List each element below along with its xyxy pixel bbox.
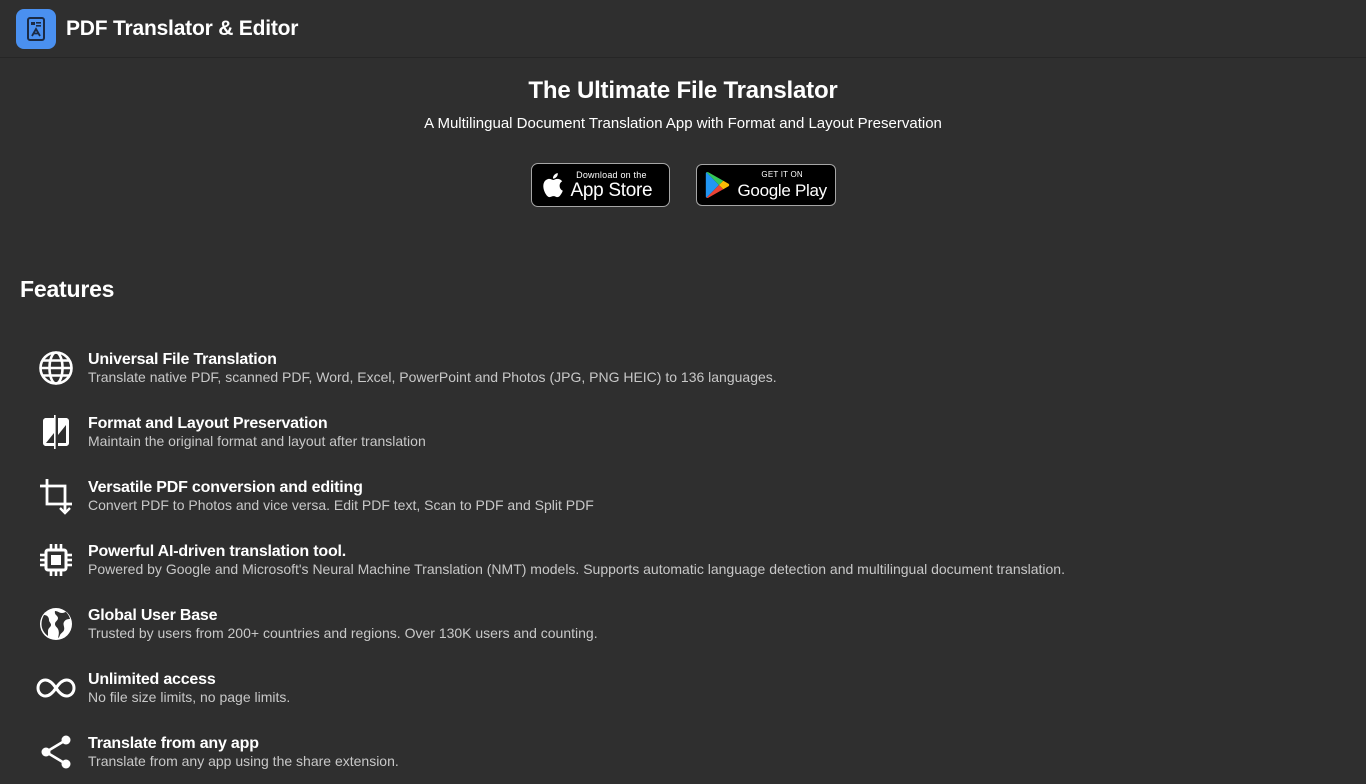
app-store-label: App Store xyxy=(570,179,653,201)
feature-description: Translate from any app using the share e… xyxy=(88,752,399,769)
infinity-icon xyxy=(36,668,76,708)
feature-title: Powerful AI-driven translation tool. xyxy=(88,542,347,560)
feature-title: Global User Base xyxy=(88,606,218,624)
feature-item: Global User Base Trusted by users from 2… xyxy=(36,592,1065,656)
hero-subtitle: A Multilingual Document Translation App … xyxy=(424,115,942,132)
feature-description: Powered by Google and Microsoft's Neural… xyxy=(88,560,1065,577)
feature-description: Trusted by users from 200+ countries and… xyxy=(88,624,598,641)
feature-title: Translate from any app xyxy=(88,734,259,752)
app-store-small-text: Download on the xyxy=(576,169,647,180)
features-heading: Features xyxy=(20,276,115,302)
hero-section: The Ultimate File Translator A Multiling… xyxy=(0,58,1366,207)
google-play-button[interactable]: GET IT ON Google Play xyxy=(695,164,836,206)
feature-item: Format and Layout Preservation Maintain … xyxy=(36,400,1065,464)
feature-item: Powerful AI-driven translation tool. Pow… xyxy=(36,528,1065,592)
feature-title: Versatile PDF conversion and editing xyxy=(88,478,363,496)
feature-description: Convert PDF to Photos and vice versa. Ed… xyxy=(88,496,594,513)
features-list: Universal File Translation Translate nat… xyxy=(36,336,1065,784)
feature-title: Format and Layout Preservation xyxy=(88,414,328,432)
google-play-small-text: GET IT ON xyxy=(761,169,803,179)
google-play-label: Google Play xyxy=(737,180,828,200)
app-store-button[interactable]: Download on the App Store xyxy=(530,163,670,207)
google-play-icon xyxy=(705,171,729,199)
feature-description: Translate native PDF, scanned PDF, Word,… xyxy=(88,368,777,385)
chip-icon xyxy=(36,540,76,580)
hero-title: The Ultimate File Translator xyxy=(528,77,838,104)
globe-icon xyxy=(36,348,76,388)
apple-icon xyxy=(542,173,563,198)
feature-item: Unlimited access No file size limits, no… xyxy=(36,656,1065,720)
app-title: PDF Translator & Editor xyxy=(66,16,299,40)
store-badges: Download on the App Store GET IT ON Goog… xyxy=(0,163,1366,207)
feature-item: Universal File Translation Translate nat… xyxy=(36,336,1065,400)
crop-icon xyxy=(36,476,76,516)
document-translate-icon[interactable] xyxy=(16,8,56,49)
feature-title: Universal File Translation xyxy=(88,350,277,368)
feature-item: Translate from any app Translate from an… xyxy=(36,720,1065,784)
share-icon xyxy=(36,732,76,772)
public-globe-icon xyxy=(36,604,76,644)
feature-title: Unlimited access xyxy=(88,670,216,688)
feature-description: No file size limits, no page limits. xyxy=(88,688,291,705)
feature-item: Versatile PDF conversion and editing Con… xyxy=(36,464,1065,528)
compare-icon xyxy=(36,412,76,452)
feature-description: Maintain the original format and layout … xyxy=(88,432,426,449)
top-bar: PDF Translator & Editor xyxy=(0,0,1366,58)
